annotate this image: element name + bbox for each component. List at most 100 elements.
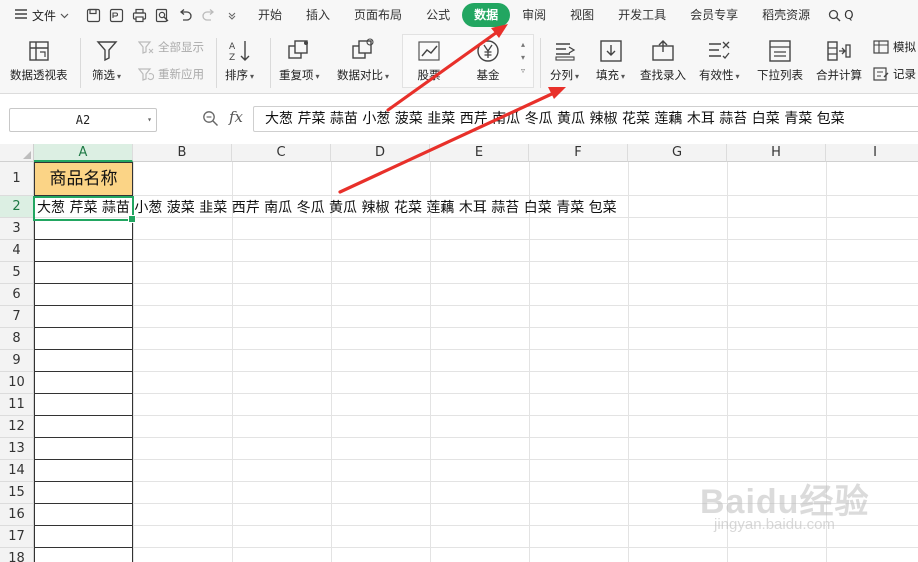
tab-member[interactable]: 会员专享 [678,3,750,27]
select-all-corner[interactable] [0,144,34,162]
row-header-1[interactable]: 1 [0,162,34,196]
show-all-button[interactable]: 全部显示 [138,39,204,55]
stock-button[interactable]: 股票 [417,36,441,84]
caret-down-icon: ▾ [621,72,626,81]
row-header-13[interactable]: 13 [0,438,34,460]
row-header-10[interactable]: 10 [0,372,34,394]
tab-docer[interactable]: 稻壳资源 [750,3,822,27]
column-header-b[interactable]: B [133,144,232,162]
row-header-12[interactable]: 12 [0,416,34,438]
cell-a12[interactable] [34,416,133,438]
cell-a5[interactable] [34,262,133,284]
column-header-a[interactable]: A [34,144,133,162]
chevron-down-icon[interactable]: ▾ [147,109,152,131]
data-compare-icon [350,36,376,66]
filter-label: 筛选 [92,68,115,82]
tab-home[interactable]: 开始 [246,3,294,27]
cell-a1-header[interactable]: 商品名称 [34,162,133,196]
cell-a8[interactable] [34,328,133,350]
cell-a3[interactable] [34,218,133,240]
cell-a6[interactable] [34,284,133,306]
tab-page-layout[interactable]: 页面布局 [342,3,414,27]
cell-a16[interactable] [34,504,133,526]
row-header-4[interactable]: 4 [0,240,34,262]
export-pdf-icon[interactable] [108,7,125,24]
print-icon[interactable] [131,7,148,24]
record-button[interactable]: 记录 [873,66,916,82]
tab-view[interactable]: 视图 [558,3,606,27]
spreadsheet-grid[interactable]: A B C D E F G H I 1 2 3 4 5 6 7 8 9 10 11 12 13 14 15 1… [0,144,918,562]
column-header-c[interactable]: C [232,144,331,162]
gallery-scroll[interactable]: ▴ ▾ ▿ [521,38,525,77]
sort-button[interactable]: AZ 排序 ▾ [225,36,254,84]
column-header-d[interactable]: D [331,144,430,162]
data-compare-button[interactable]: 数据对比 ▾ [337,36,389,84]
row-header-15[interactable]: 15 [0,482,34,504]
search-button[interactable]: Q [828,8,854,22]
split-columns-button[interactable]: 分列 ▾ [550,36,579,84]
zoom-formula-icon[interactable] [202,110,219,131]
validity-button[interactable]: 有效性 ▾ [699,36,740,84]
fill-button[interactable]: 填充 ▾ [596,36,625,84]
column-header-g[interactable]: G [628,144,727,162]
undo-icon[interactable] [177,7,194,24]
pivot-table-button[interactable]: 数据透视表 [10,36,68,84]
fund-button[interactable]: 基金 [476,36,500,84]
reapply-button[interactable]: 重新应用 [138,66,204,82]
validity-label: 有效性 [699,68,734,82]
cell-a14[interactable] [34,460,133,482]
duplicates-button[interactable]: 重复项 ▾ [279,36,320,84]
print-preview-icon[interactable] [154,7,171,24]
chevron-down-icon [60,8,69,22]
column-header-e[interactable]: E [430,144,529,162]
filter-button[interactable]: 筛选 ▾ [92,36,121,84]
row-header-9[interactable]: 9 [0,350,34,372]
row-header-18[interactable]: 18 [0,548,34,562]
row-header-14[interactable]: 14 [0,460,34,482]
column-header-i[interactable]: I [826,144,918,162]
row-header-6[interactable]: 6 [0,284,34,306]
row-header-17[interactable]: 17 [0,526,34,548]
active-cell-selection[interactable] [33,196,136,223]
dropdown-list-button[interactable]: 下拉列表 [757,36,803,84]
cell-a15[interactable] [34,482,133,504]
row-header-16[interactable]: 16 [0,504,34,526]
row-header-5[interactable]: 5 [0,262,34,284]
cell-a11[interactable] [34,394,133,416]
name-box[interactable]: A2 ▾ [9,108,157,132]
merge-calc-button[interactable]: 合并计算 [816,36,862,84]
cell-a9[interactable] [34,350,133,372]
column-header-h[interactable]: H [727,144,826,162]
insert-function-button[interactable]: fx [229,108,243,126]
tab-data[interactable]: 数据 [462,3,511,27]
row-header-3[interactable]: 3 [0,218,34,240]
file-menu[interactable]: 文件 [0,0,79,30]
cell-a10[interactable] [34,372,133,394]
simulate-button[interactable]: 模拟 [873,39,916,55]
cell-a17[interactable] [34,526,133,548]
caret-down-icon: ▾ [117,72,122,81]
row-header-8[interactable]: 8 [0,328,34,350]
row-header-11[interactable]: 11 [0,394,34,416]
row-header-7[interactable]: 7 [0,306,34,328]
save-icon[interactable] [85,7,102,24]
file-menu-label: 文件 [32,8,57,23]
cell-a4[interactable] [34,240,133,262]
tab-insert[interactable]: 插入 [294,3,342,27]
lookup-entry-button[interactable]: 查找录入 [640,36,686,84]
cell-a13[interactable] [34,438,133,460]
customize-toolbar-icon[interactable] [223,7,240,24]
column-header-f[interactable]: F [529,144,628,162]
tab-review[interactable]: 审阅 [510,3,558,27]
gridline [34,415,918,416]
cell-a7[interactable] [34,306,133,328]
cell-a18[interactable] [34,548,133,562]
gridline [34,525,918,526]
tab-formulas[interactable]: 公式 [414,3,462,27]
ribbon-data: 数据透视表 筛选 ▾ 全部显示 重新应用 AZ 排序 ▾ 重复项 ▾ 数据对比 ▾ [0,30,918,94]
tab-developer[interactable]: 开发工具 [606,3,678,27]
row-header-2[interactable]: 2 [0,196,34,218]
ribbon-separator [540,38,541,88]
redo-icon[interactable] [200,7,217,24]
formula-input[interactable]: 大葱 芹菜 蒜苗 小葱 菠菜 韭菜 西芹 南瓜 冬瓜 黄瓜 辣椒 花菜 莲藕 木… [253,106,918,132]
